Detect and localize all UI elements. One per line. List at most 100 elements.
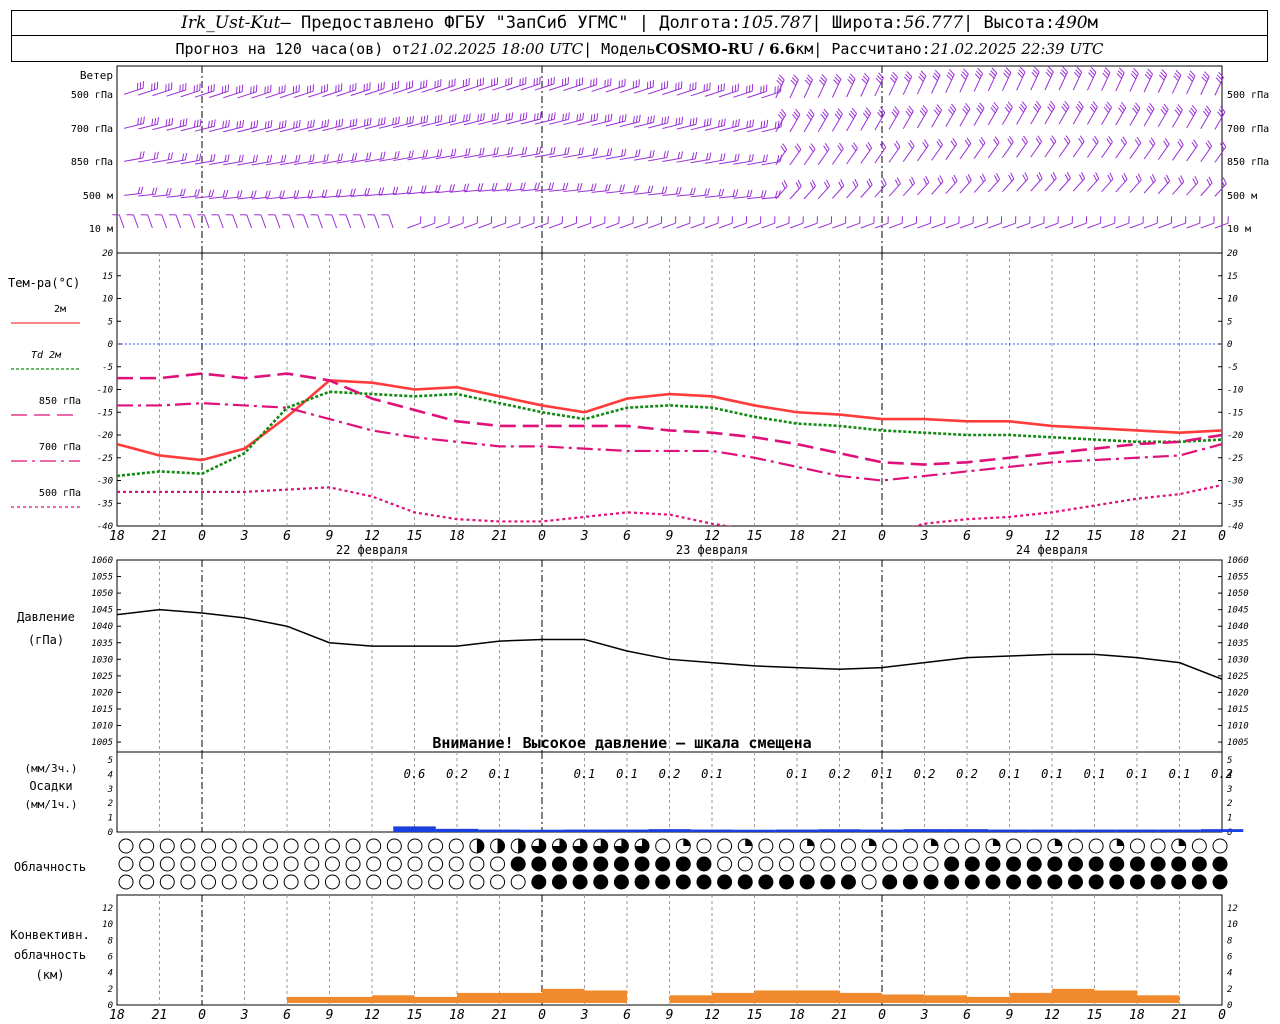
wind-barb-feather xyxy=(1106,138,1112,145)
wind-barb-feather xyxy=(621,149,624,157)
precip-bar xyxy=(945,829,989,832)
wind-barb-feather xyxy=(635,149,638,157)
wind-barb-feather xyxy=(678,186,682,194)
wind-level-left: 850 гПа xyxy=(71,157,113,168)
cloud-symbol xyxy=(386,856,402,872)
wind-barb-feather xyxy=(510,146,513,154)
wind-barb-feather xyxy=(494,113,497,121)
cloud-symbol xyxy=(159,874,175,890)
wind-barb-staff xyxy=(733,222,747,229)
temp-tick-left: 5 xyxy=(108,317,113,327)
wind-barb-feather xyxy=(439,149,443,157)
x-tick-label: 6 xyxy=(283,529,291,544)
wind-barb-feather xyxy=(236,190,240,198)
x-tick-label-bottom: 21 xyxy=(152,1008,168,1023)
cloud-symbol-fill xyxy=(593,875,608,889)
wind-barb-feather xyxy=(537,182,540,190)
wind-barb-feather xyxy=(321,189,325,197)
wind-barb-feather xyxy=(295,155,298,163)
wind-barb-feather xyxy=(196,119,199,127)
wind-barb-feather xyxy=(423,185,427,193)
wind-barb-staff xyxy=(959,222,974,229)
wind-barb-feather xyxy=(1164,138,1170,145)
wind-barb-feather xyxy=(592,148,596,156)
cloud-symbol xyxy=(407,856,423,872)
cloud-symbol-fill xyxy=(676,857,691,871)
wind-barb-feather xyxy=(208,189,212,197)
pressure-tick-left: 1020 xyxy=(91,688,113,698)
x-tick-label-bottom: 6 xyxy=(963,1008,971,1023)
wind-barb-feather xyxy=(677,151,681,159)
wind-barb-feather xyxy=(310,120,312,128)
wind-barb-staff xyxy=(1129,222,1144,229)
wind-barb-feather xyxy=(239,190,243,198)
wind-barb-feather xyxy=(406,117,409,125)
wind-barb-feather xyxy=(312,154,315,162)
wind-barb-staff xyxy=(1115,222,1130,229)
wind-barb-staff xyxy=(902,76,913,95)
cloud-symbol xyxy=(448,874,464,890)
x-tick-label: 18 xyxy=(109,529,125,544)
cloud-symbol-fill xyxy=(841,875,856,889)
cloud-symbol-fill xyxy=(676,875,691,889)
wind-level-right: 700 гПа xyxy=(1227,124,1269,135)
cloud-symbol xyxy=(428,874,444,890)
wind-barb-feather xyxy=(335,120,338,128)
cloud-symbol xyxy=(201,856,217,872)
conv-tick-right: 2 xyxy=(1227,985,1232,995)
cloud-symbol xyxy=(469,874,485,890)
precip-bar xyxy=(648,829,691,832)
pressure-tick-right: 1040 xyxy=(1227,622,1249,632)
wind-barb-feather xyxy=(369,117,372,125)
wind-barb-feather xyxy=(298,119,301,127)
x-tick-label-bottom: 12 xyxy=(704,1008,720,1023)
pressure-tick-left: 1055 xyxy=(91,573,113,583)
wind-barb-feather xyxy=(507,147,511,155)
wind-barb-feather xyxy=(939,175,944,182)
precip-unit-1h: (мм/1ч.) xyxy=(25,798,78,811)
cloud-symbol xyxy=(221,856,237,872)
wind-barb-feather xyxy=(865,144,871,151)
wind-barb-staff xyxy=(648,222,662,229)
cloud-symbol xyxy=(1026,838,1042,854)
wind-barb-feather xyxy=(1066,171,1071,179)
wind-barb-staff xyxy=(988,222,1002,229)
wind-barb-feather xyxy=(440,114,443,122)
x-tick-label: 12 xyxy=(364,529,380,544)
wind-barb-feather xyxy=(1065,135,1071,142)
x-tick-label: 12 xyxy=(1044,529,1060,544)
conv-tick-right: 10 xyxy=(1227,920,1238,930)
wind-barb-feather xyxy=(193,120,196,128)
wind-barb-staff xyxy=(874,222,889,229)
wind-barb-feather xyxy=(477,183,481,191)
wind-barb-feather xyxy=(590,114,593,122)
cloud-symbol-fill xyxy=(1116,839,1124,846)
cloud-symbol-fill xyxy=(497,839,505,853)
wind-barb-feather xyxy=(151,118,154,126)
pressure-tick-right: 1025 xyxy=(1227,672,1249,682)
wind-barb-feather xyxy=(1037,135,1043,142)
wind-barb-feather xyxy=(1180,175,1185,182)
wind-barb-feather xyxy=(479,148,482,156)
wind-barb-feather xyxy=(312,119,315,127)
cloud-symbol-fill xyxy=(1171,857,1186,871)
cloud-symbol-fill xyxy=(800,875,815,889)
wind-barb-feather xyxy=(170,152,173,160)
wind-barb-staff xyxy=(478,222,492,229)
wind-barb-feather xyxy=(1207,140,1213,147)
wind-barb-feather xyxy=(633,185,637,193)
cloud-symbol xyxy=(221,838,237,854)
wind-barb-feather xyxy=(524,146,528,154)
wind-barb-feather xyxy=(1023,135,1028,143)
x-tick-label: 15 xyxy=(407,529,423,544)
cloud-symbol-fill xyxy=(985,857,1000,871)
wind-barb-feather xyxy=(454,113,457,121)
cloud-symbol-fill xyxy=(738,875,753,889)
cloud-symbol xyxy=(861,856,877,872)
wind-barb-staff xyxy=(563,222,577,229)
wind-barb-feather xyxy=(1064,174,1069,181)
wind-barb-feather xyxy=(993,138,998,146)
wind-barb-feather xyxy=(579,113,582,121)
x-tick-label-bottom: 9 xyxy=(666,1008,674,1023)
wind-barb-feather xyxy=(197,189,200,197)
